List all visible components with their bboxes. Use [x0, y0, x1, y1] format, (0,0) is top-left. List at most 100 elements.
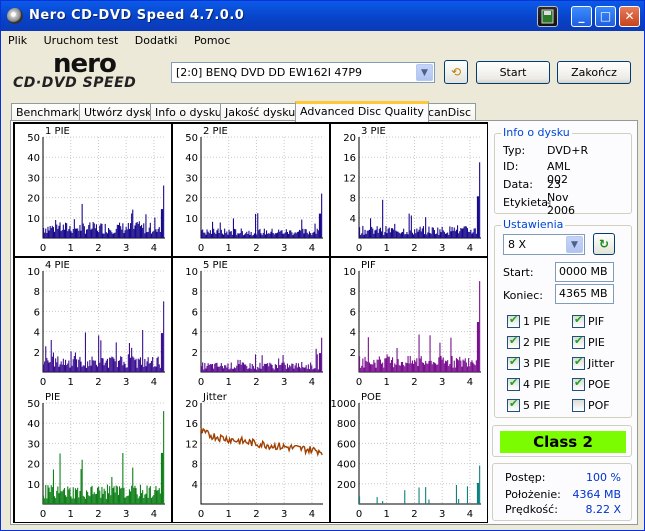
bar	[387, 356, 389, 372]
tab-create-disc[interactable]: Utwórz dysk	[79, 103, 157, 121]
end-button[interactable]: Zakończ	[557, 61, 631, 84]
disc-swap-icon[interactable]: ⟲	[444, 60, 468, 84]
chart-4-pie: 2 4 6 8 10 0 1 2 3 4 4 PIE	[15, 258, 171, 390]
x-tick-label: 1	[384, 377, 390, 388]
bar	[102, 493, 104, 504]
menu-help[interactable]: Pomoc	[187, 31, 236, 47]
bar	[157, 228, 159, 238]
disc-id-label: ID:	[503, 160, 519, 173]
bar	[362, 358, 364, 372]
bar	[57, 228, 59, 238]
checkbox-pif[interactable]	[572, 313, 585, 328]
bar	[251, 364, 253, 372]
bar	[468, 231, 470, 238]
y-tick-label: 10	[185, 267, 198, 278]
title-bar[interactable]: Nero CD-DVD Speed 4.7.0.0 _ □ ✕	[1, 1, 644, 31]
maximize-button[interactable]: □	[595, 6, 616, 27]
start-input[interactable]: 0000 MB	[555, 262, 614, 282]
bar	[460, 360, 462, 372]
bar	[86, 229, 88, 238]
bar	[84, 332, 86, 372]
close-button[interactable]: ✕	[619, 6, 640, 27]
bar	[70, 351, 72, 372]
checkbox-pie[interactable]	[572, 334, 585, 349]
bar	[443, 231, 445, 238]
bar	[292, 364, 294, 372]
bar	[87, 491, 89, 504]
tab-disc-info[interactable]: Info o dysku	[150, 103, 227, 121]
bar	[247, 234, 249, 238]
drive-select[interactable]: [2:0] BENQ DVD DD EW162I 47P9 ▼	[171, 62, 435, 83]
minimize-button[interactable]: _	[571, 6, 592, 27]
checkbox-5-pie[interactable]	[507, 397, 520, 412]
bar	[74, 352, 76, 372]
refresh-icon[interactable]: ↻	[593, 233, 615, 255]
speed-select[interactable]: 8 X ▼	[503, 234, 585, 255]
y-tick-label: 8	[192, 287, 198, 298]
bar	[130, 491, 132, 504]
bar	[470, 229, 472, 238]
bar	[469, 366, 471, 372]
tab-benchmark[interactable]: Benchmark	[11, 103, 84, 121]
checkbox-1-pie[interactable]	[507, 313, 520, 328]
bar	[363, 367, 365, 372]
x-tick-label: 0	[356, 377, 362, 388]
save-icon[interactable]	[537, 6, 558, 27]
tab-advanced-disc-quality[interactable]: Advanced Disc Quality	[295, 101, 429, 122]
y-tick-label: 12	[185, 439, 198, 450]
bar	[427, 363, 429, 372]
bar	[67, 363, 69, 372]
checkbox-jitter[interactable]	[572, 355, 585, 370]
bar	[65, 222, 67, 238]
bar	[152, 231, 154, 238]
bar	[229, 231, 231, 238]
bar	[108, 493, 110, 504]
chevron-down-icon[interactable]: ▼	[566, 236, 583, 253]
checkbox-pof[interactable]	[572, 399, 585, 412]
bar	[278, 358, 280, 372]
bar	[449, 226, 451, 238]
checkbox-4-pie[interactable]	[507, 376, 520, 391]
bar	[136, 222, 138, 238]
bar	[317, 369, 319, 372]
menu-run-test[interactable]: Uruchom test	[37, 31, 125, 47]
bar	[130, 223, 132, 238]
bar	[159, 232, 161, 238]
menu-file[interactable]: Plik	[1, 31, 33, 47]
bar	[242, 235, 244, 238]
bar	[388, 227, 390, 238]
menu-extras[interactable]: Dodatki	[128, 31, 184, 47]
bar	[462, 228, 464, 238]
y-tick-label: 200	[337, 480, 356, 491]
bar	[55, 220, 57, 238]
checkbox-2-pie[interactable]	[507, 334, 520, 349]
bar	[457, 359, 459, 372]
axis	[42, 137, 165, 239]
bar	[125, 496, 127, 504]
bar	[444, 233, 446, 238]
x-tick-label: 4	[467, 243, 473, 254]
tab-disc-quality[interactable]: Jakość dysku	[220, 103, 301, 121]
bar	[413, 234, 415, 238]
y-tick-label: 800	[337, 419, 356, 430]
end-input[interactable]: 4365 MB	[555, 284, 614, 304]
bar	[431, 227, 433, 238]
bar	[247, 369, 249, 372]
window-title: Nero CD-DVD Speed 4.7.0.0	[29, 8, 245, 23]
bar	[321, 193, 323, 238]
bar	[91, 228, 93, 238]
bar	[92, 360, 94, 372]
y-tick-label: 12	[343, 173, 356, 184]
bar	[291, 363, 293, 372]
x-tick-label: 3	[439, 377, 445, 388]
start-button[interactable]: Start	[476, 61, 550, 84]
bar	[122, 453, 124, 504]
bar	[241, 231, 243, 238]
bar	[466, 228, 468, 238]
checkbox-poe[interactable]	[572, 376, 585, 391]
bar	[109, 357, 111, 372]
chevron-down-icon[interactable]: ▼	[416, 64, 433, 81]
checkbox-3-pie[interactable]	[507, 355, 520, 370]
bar	[206, 365, 208, 372]
bar	[471, 233, 473, 238]
